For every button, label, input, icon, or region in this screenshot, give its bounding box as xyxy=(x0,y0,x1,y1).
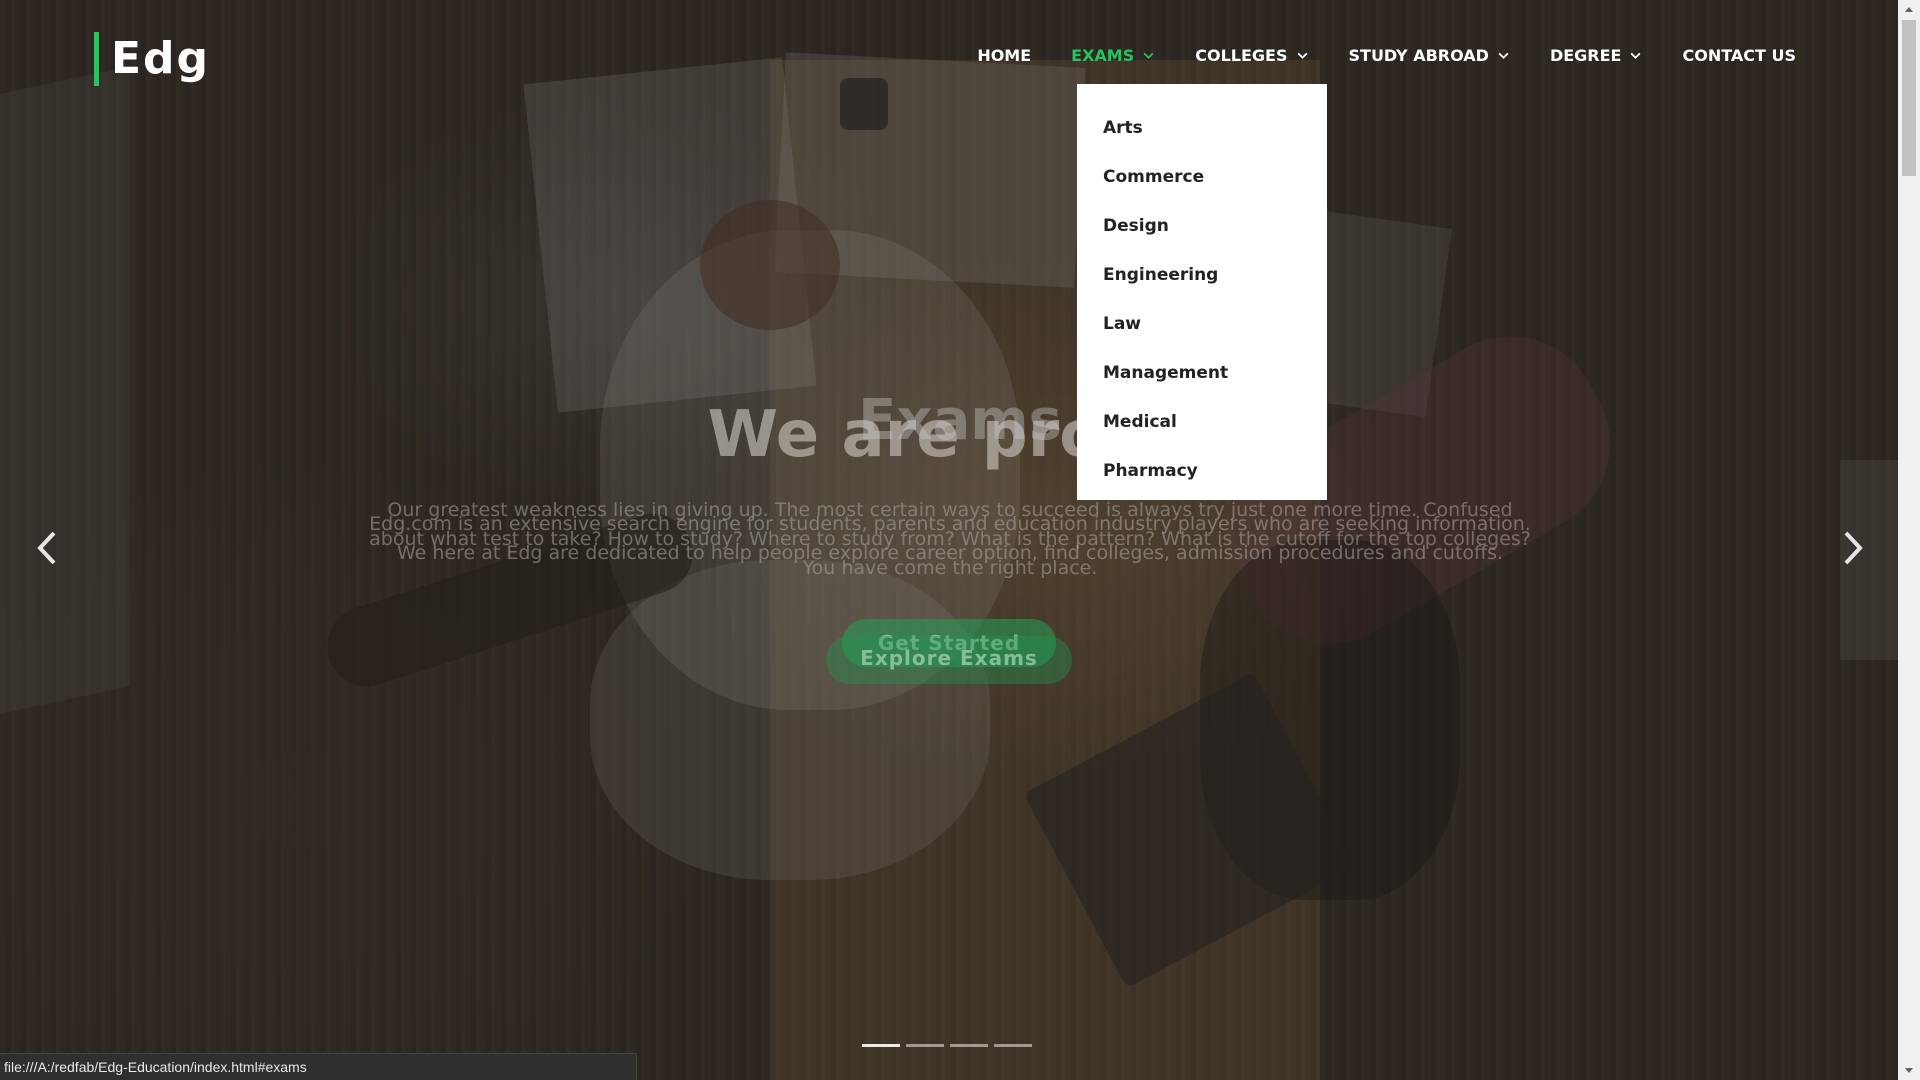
chevron-down-icon xyxy=(1497,49,1510,62)
dropdown-item-commerce[interactable]: Commerce xyxy=(1103,153,1301,202)
carousel-indicator[interactable] xyxy=(950,1044,988,1047)
dropdown-item-arts[interactable]: Arts xyxy=(1103,104,1301,153)
chevron-down-icon xyxy=(1142,49,1155,62)
caret-down-icon xyxy=(1905,1068,1913,1073)
dropdown-item-pharmacy[interactable]: Pharmacy xyxy=(1103,447,1301,496)
caret-up-icon xyxy=(1905,7,1913,12)
explore-exams-button[interactable]: Explore Exams xyxy=(826,636,1072,684)
scrollbar-thumb[interactable] xyxy=(1902,20,1916,176)
site-logo[interactable]: Edg xyxy=(94,32,210,86)
dropdown-item-medical[interactable]: Medical xyxy=(1103,398,1301,447)
nav-item-study-abroad[interactable]: STUDY ABROAD xyxy=(1349,46,1510,65)
carousel-indicator[interactable] xyxy=(862,1044,900,1047)
nav-item-label: EXAMS xyxy=(1071,45,1135,65)
browser-status-bar: file:///A:/redfab/Edg-Education/index.ht… xyxy=(0,1053,637,1080)
chevron-down-icon xyxy=(1296,49,1309,62)
nav-item-label: STUDY ABROAD xyxy=(1348,45,1489,65)
chevron-left-icon xyxy=(37,531,56,565)
nav-item-contact-us[interactable]: CONTACT US xyxy=(1682,46,1796,65)
scroll-up-button[interactable] xyxy=(1898,0,1920,20)
nav-item-home[interactable]: HOME xyxy=(977,46,1031,65)
vertical-scrollbar[interactable] xyxy=(1898,0,1920,1080)
carousel-prev-button[interactable] xyxy=(28,525,68,571)
carousel-indicator[interactable] xyxy=(994,1044,1032,1047)
hero-description-secondary: Edg.com is an extensive search engine fo… xyxy=(369,513,1531,564)
nav-item-exams[interactable]: EXAMS xyxy=(1071,46,1155,65)
main-nav: HOME EXAMS COLLEGES STUDY ABROAD DEGREE … xyxy=(977,40,1796,70)
chevron-right-icon xyxy=(1844,531,1863,565)
nav-item-label: DEGREE xyxy=(1549,45,1622,65)
carousel-indicators xyxy=(862,1044,1032,1047)
nav-item-label: HOME xyxy=(977,45,1032,65)
scroll-down-button[interactable] xyxy=(1898,1060,1920,1080)
dropdown-item-engineering[interactable]: Engineering xyxy=(1103,251,1301,300)
nav-item-label: COLLEGES xyxy=(1195,45,1288,65)
exams-dropdown-menu: Arts Commerce Design Engineering Law Man… xyxy=(1077,84,1327,500)
nav-item-degree[interactable]: DEGREE xyxy=(1550,46,1643,65)
carousel-indicator[interactable] xyxy=(906,1044,944,1047)
dropdown-item-design[interactable]: Design xyxy=(1103,202,1301,251)
chevron-down-icon xyxy=(1629,49,1642,62)
dropdown-item-law[interactable]: Law xyxy=(1103,300,1301,349)
carousel-next-button[interactable] xyxy=(1832,525,1872,571)
nav-item-label: CONTACT US xyxy=(1682,45,1796,65)
nav-item-colleges[interactable]: COLLEGES xyxy=(1195,46,1308,65)
hero-title-secondary: Exams xyxy=(858,388,1062,453)
dropdown-item-management[interactable]: Management xyxy=(1103,349,1301,398)
